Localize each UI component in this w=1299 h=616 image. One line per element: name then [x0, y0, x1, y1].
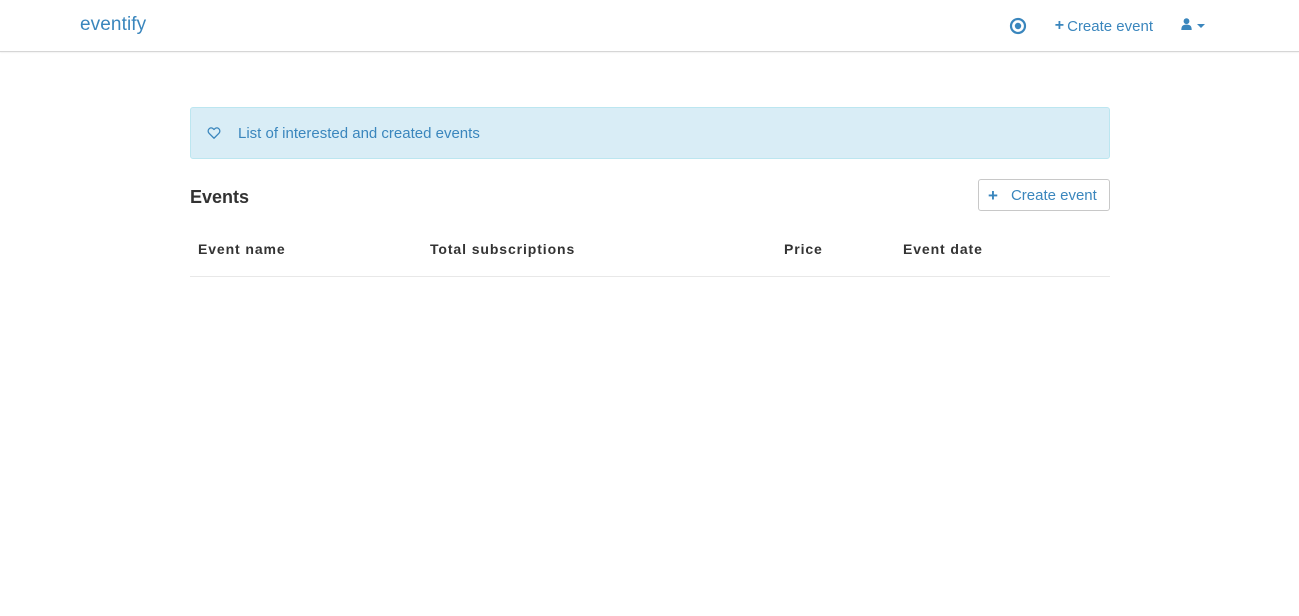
- create-event-button[interactable]: + Create event: [978, 179, 1110, 211]
- user-icon: [1181, 17, 1192, 35]
- column-header-total-subscriptions: Total subscriptions: [422, 222, 776, 277]
- alert-message: List of interested and created events: [238, 124, 480, 142]
- plus-icon: +: [1054, 17, 1065, 34]
- create-event-button-label: Create event: [1010, 186, 1097, 204]
- info-alert: List of interested and created events: [190, 107, 1110, 159]
- table-header-row: Event name Total subscriptions Price Eve…: [190, 222, 1110, 277]
- nav-create-event-label: Create event: [1067, 17, 1153, 35]
- heart-icon: [207, 126, 221, 140]
- navbar: eventify + Create event: [0, 0, 1299, 52]
- caret-down-icon: [1197, 24, 1205, 28]
- events-table: Event name Total subscriptions Price Eve…: [190, 222, 1110, 277]
- section-title: Events: [190, 187, 250, 207]
- user-menu-dropdown[interactable]: [1181, 17, 1205, 35]
- nav-create-event-link[interactable]: + Create event: [1055, 18, 1153, 35]
- column-header-event-name: Event name: [190, 222, 422, 277]
- navbar-right: + Create event: [1009, 0, 1205, 52]
- target-icon[interactable]: [1009, 17, 1027, 35]
- brand-logo-link[interactable]: eventify: [80, 14, 146, 36]
- column-header-price: Price: [776, 222, 895, 277]
- plus-icon: +: [988, 185, 998, 205]
- column-header-event-date: Event date: [895, 222, 1110, 277]
